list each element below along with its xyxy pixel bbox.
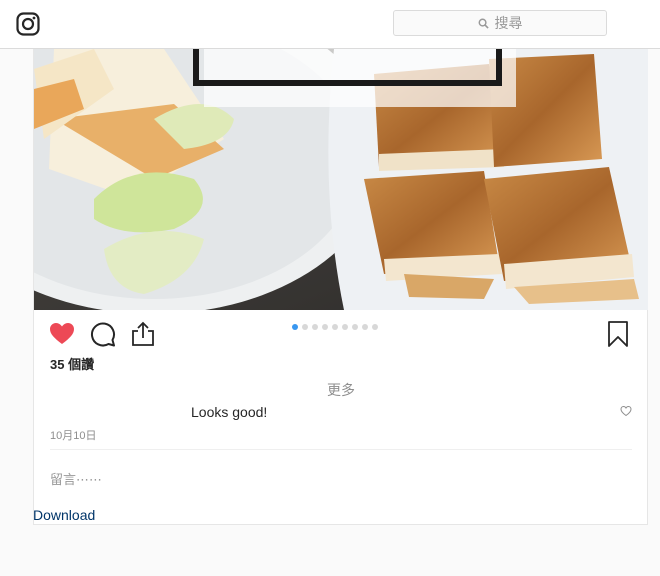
comment-icon[interactable] — [89, 320, 117, 348]
post-date[interactable]: 10月10日 — [50, 427, 96, 443]
carousel-dot — [332, 324, 338, 330]
top-navigation-bar: 搜尋 — [0, 0, 660, 49]
instagram-icon[interactable] — [16, 12, 40, 36]
carousel-dot — [372, 324, 378, 330]
carousel-indicator — [292, 324, 378, 330]
search-placeholder: 搜尋 — [494, 15, 523, 31]
carousel-dot — [292, 324, 298, 330]
comment-text: Looks good! — [191, 404, 268, 420]
heart-icon[interactable] — [48, 320, 76, 348]
carousel-dot — [302, 324, 308, 330]
carousel-dot — [342, 324, 348, 330]
food-photo-image — [34, 49, 648, 310]
download-link[interactable]: Download — [33, 507, 95, 523]
more-comments-link[interactable]: 更多 — [34, 380, 648, 400]
carousel-dot — [352, 324, 358, 330]
carousel-dot — [322, 324, 328, 330]
add-comment-input[interactable]: 留言⋯⋯ — [50, 469, 102, 488]
post-actions-bar — [34, 310, 648, 358]
divider — [50, 449, 632, 450]
share-icon[interactable] — [129, 320, 157, 348]
small-heart-icon[interactable] — [620, 405, 632, 417]
search-input[interactable]: 搜尋 — [393, 10, 607, 36]
comment-row: Looks good! — [34, 404, 648, 424]
bookmark-icon[interactable] — [604, 320, 632, 348]
carousel-dot — [312, 324, 318, 330]
likes-count[interactable]: 35 個讚 — [50, 354, 94, 373]
carousel-dot — [362, 324, 368, 330]
post-photo[interactable] — [34, 49, 648, 310]
search-icon — [478, 18, 489, 29]
post-card: 35 個讚 更多 Looks good! 10月10日 留言⋯⋯ — [33, 49, 648, 525]
